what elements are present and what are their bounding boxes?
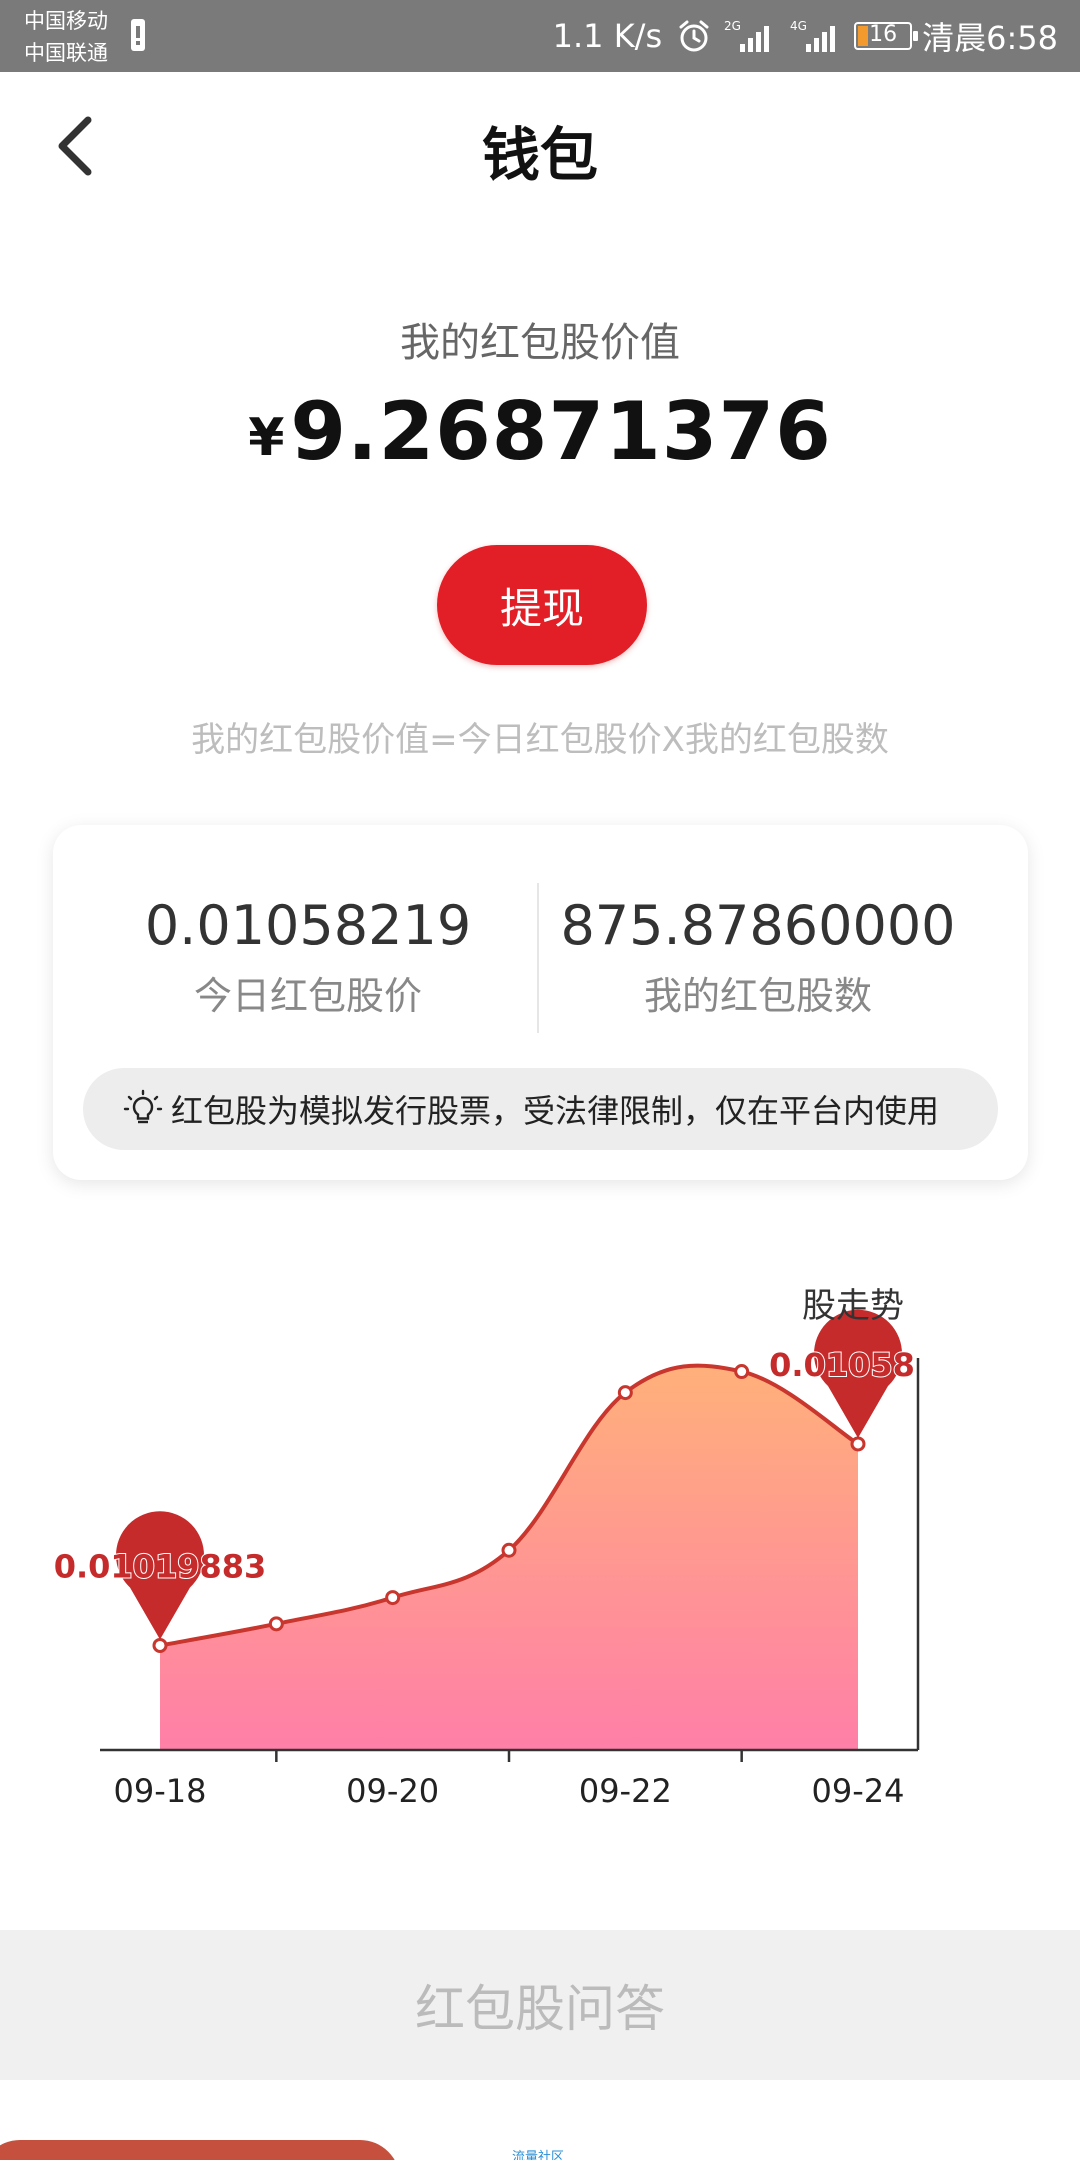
card-divider: [537, 883, 539, 1033]
bottom-banner[interactable]: [0, 2140, 400, 2160]
carrier-2: 中国联通: [24, 41, 108, 65]
x-tick-label: 09-24: [812, 1772, 905, 1810]
stats-card: 0.01058219 今日红包股价 875.87860000 我的红包股数 红包…: [53, 825, 1028, 1180]
min-marker-label: 0.01019883: [54, 1547, 267, 1585]
battery-level: 16: [869, 22, 898, 47]
sim-icon: [131, 19, 145, 51]
status-bar: 中国移动 中国联通 1.1 K/s 2G 4G 16 清晨6:58: [0, 0, 1080, 72]
data-point: [501, 1542, 517, 1558]
notice-bar: 红包股为模拟发行股票，受法律限制，仅在平台内使用: [83, 1068, 998, 1150]
max-marker-label: 0.01058: [769, 1346, 915, 1384]
chart-svg: 09-18 09-20 09-22 09-24 0.01019883 0.01058: [53, 1309, 920, 1810]
qa-section[interactable]: 红包股问答: [0, 1930, 1080, 2080]
shares-stat: 875.87860000 我的红包股数: [543, 895, 973, 1020]
withdraw-button[interactable]: 提现: [437, 545, 647, 665]
battery-icon: 16: [854, 22, 919, 50]
shares-value: 875.87860000: [560, 894, 956, 957]
price-trend-chart: 股走势 09-18 09-20 09-22 09-24 0.01019883 0.0105…: [0, 1220, 1080, 1840]
currency-symbol: ¥: [248, 408, 285, 468]
wallet-page: 中国移动 中国联通 1.1 K/s 2G 4G 16 清晨6:58 钱包 我的红…: [0, 0, 1080, 2160]
price-label: 今日红包股价: [193, 974, 422, 1018]
price-stat: 0.01058219 今日红包股价: [93, 895, 523, 1020]
value-formula: 我的红包股价值=今日红包股价X我的红包股数: [191, 720, 889, 760]
signal-4g-label: 4G: [790, 19, 807, 33]
alarm-icon: [679, 20, 709, 52]
lightbulb-icon: [123, 1089, 163, 1124]
signal-2g-icon: 2G: [724, 19, 770, 52]
qa-title: 红包股问答: [415, 1980, 665, 2038]
price-value: 0.01058219: [144, 894, 472, 957]
clock: 清晨6:58: [922, 19, 1058, 57]
notice-text: 红包股为模拟发行股票，受法律限制，仅在平台内使用: [171, 1092, 940, 1130]
data-point: [268, 1616, 284, 1632]
wallet-amount: 9.26871376: [290, 385, 832, 478]
network-speed: 1.1 K/s: [552, 17, 663, 55]
signal-2g-label: 2G: [724, 19, 741, 33]
x-tick-label: 09-18: [114, 1772, 207, 1810]
value-row: ¥9.26871376: [0, 385, 1080, 478]
x-tick-label: 09-20: [346, 1772, 439, 1810]
data-point: [617, 1385, 633, 1401]
shares-label: 我的红包股数: [643, 974, 872, 1018]
min-marker: 0.01019883: [53, 1511, 267, 1640]
x-tick-label: 09-22: [579, 1772, 672, 1810]
page-title: 钱包: [481, 121, 598, 189]
data-point: [850, 1436, 866, 1452]
status-right: 1.1 K/s 2G 4G 16 清晨6:58: [553, 14, 1058, 58]
community-tag[interactable]: 流量社区: [512, 2146, 564, 2160]
data-point: [152, 1637, 168, 1653]
chart-title: 股走势: [802, 1286, 904, 1326]
data-point: [385, 1590, 401, 1606]
signal-4g-icon: 4G: [790, 19, 836, 52]
data-point: [734, 1364, 750, 1380]
battery-cap: [913, 31, 919, 41]
carrier-1: 中国移动: [24, 9, 108, 33]
value-label: 我的红包股价值: [400, 320, 680, 366]
